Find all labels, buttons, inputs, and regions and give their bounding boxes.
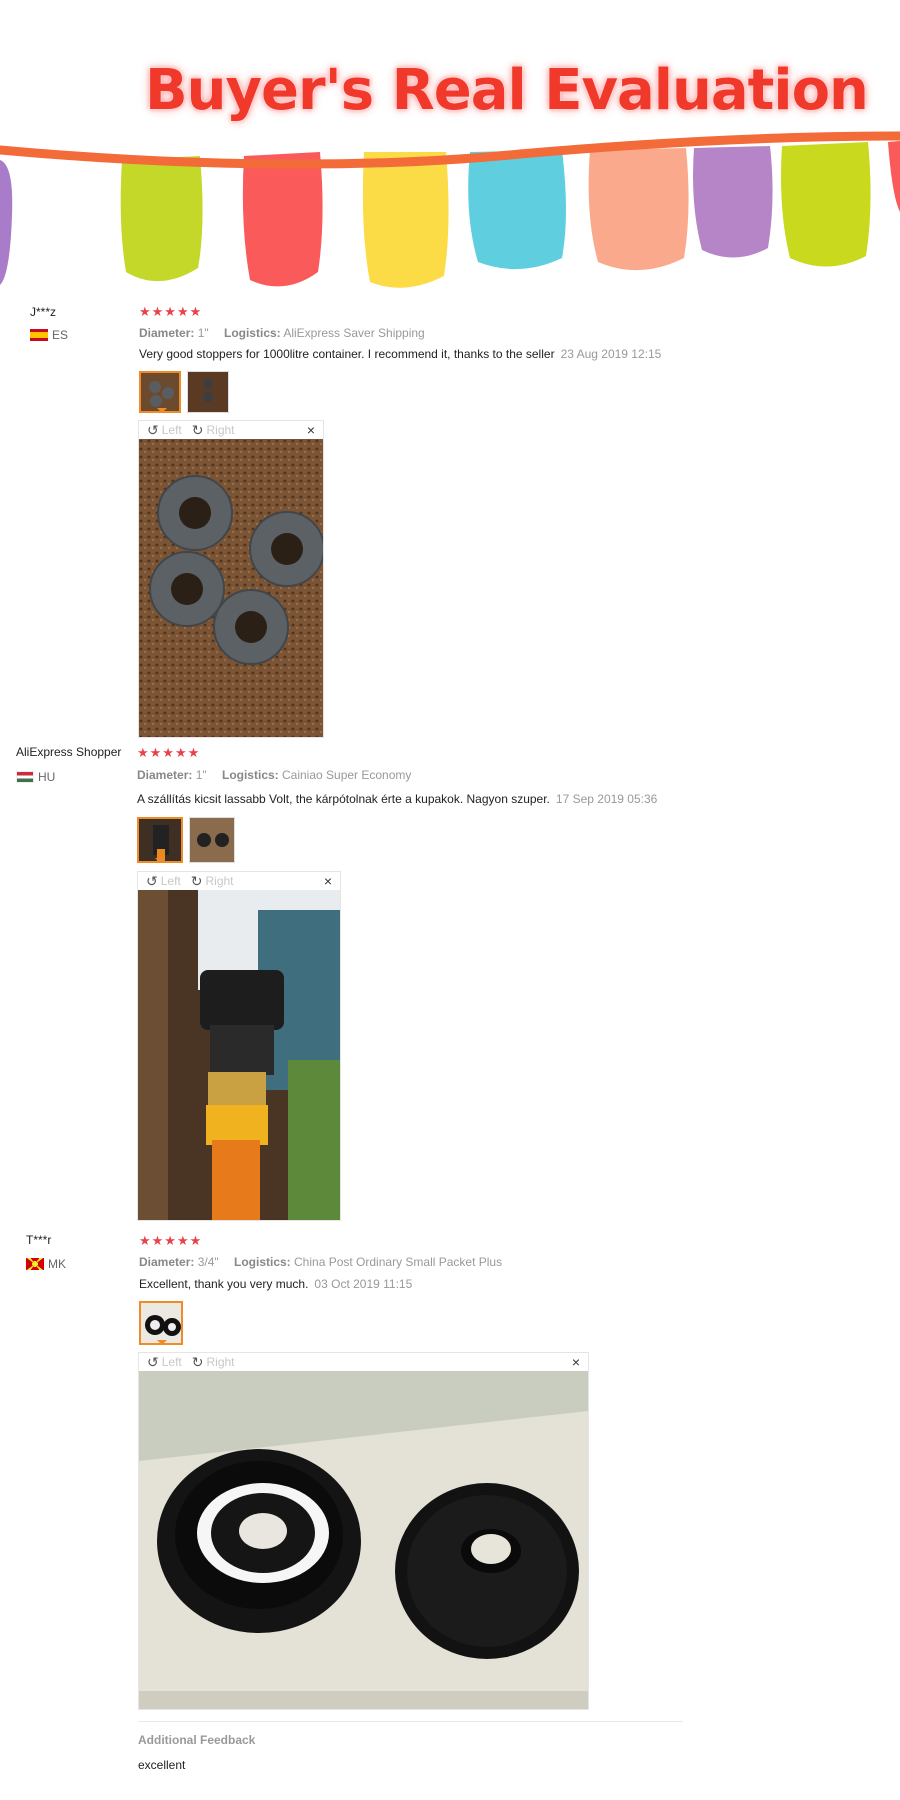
review-photo (139, 1371, 588, 1709)
review-date: 03 Oct 2019 11:15 (314, 1277, 413, 1291)
rotate-left-icon: ↺ (147, 1353, 159, 1370)
logistics-value: China Post Ordinary Small Packet Plus (294, 1255, 503, 1269)
logistics-label: Logistics: (234, 1255, 291, 1269)
buyer-country: MK (26, 1257, 66, 1271)
diameter-value: 3/4" (197, 1255, 219, 1269)
photo-thumbnail[interactable] (139, 1301, 183, 1345)
review-attributes: Diameter: 3/4" Logistics: China Post Ord… (139, 1255, 502, 1269)
country-code: MK (48, 1257, 66, 1271)
review-text: Excellent, thank you very much. 03 Oct 20… (139, 1277, 412, 1291)
rotate-right-label: Right (206, 1355, 235, 1369)
additional-feedback-title: Additional Feedback (138, 1733, 256, 1747)
review-comment: Excellent, thank you very much. (139, 1277, 309, 1291)
photo-thumbnails (139, 1301, 183, 1345)
rotate-left-button[interactable]: ↺ Left (147, 1354, 182, 1371)
buyer-name: T***r (26, 1233, 52, 1247)
divider (138, 1721, 683, 1722)
viewer-toolbar: ↺ Left ↻ Right × (139, 1353, 588, 1371)
rotate-right-button[interactable]: ↻ Right (192, 1354, 235, 1371)
star-rating: ★★★★★ (139, 1233, 203, 1248)
rotate-right-icon: ↻ (191, 1353, 204, 1370)
flag-mk-icon (26, 1258, 44, 1270)
rotate-left-label: Left (161, 1355, 182, 1369)
close-icon[interactable]: × (572, 1353, 580, 1371)
review-item: T***r MK ★★★★★ Diameter: 3/4" Logistics:… (0, 0, 900, 1710)
additional-feedback-text: excellent (138, 1758, 186, 1772)
diameter-label: Diameter: (139, 1255, 195, 1269)
photo-viewer: ↺ Left ↻ Right × (138, 1352, 589, 1710)
